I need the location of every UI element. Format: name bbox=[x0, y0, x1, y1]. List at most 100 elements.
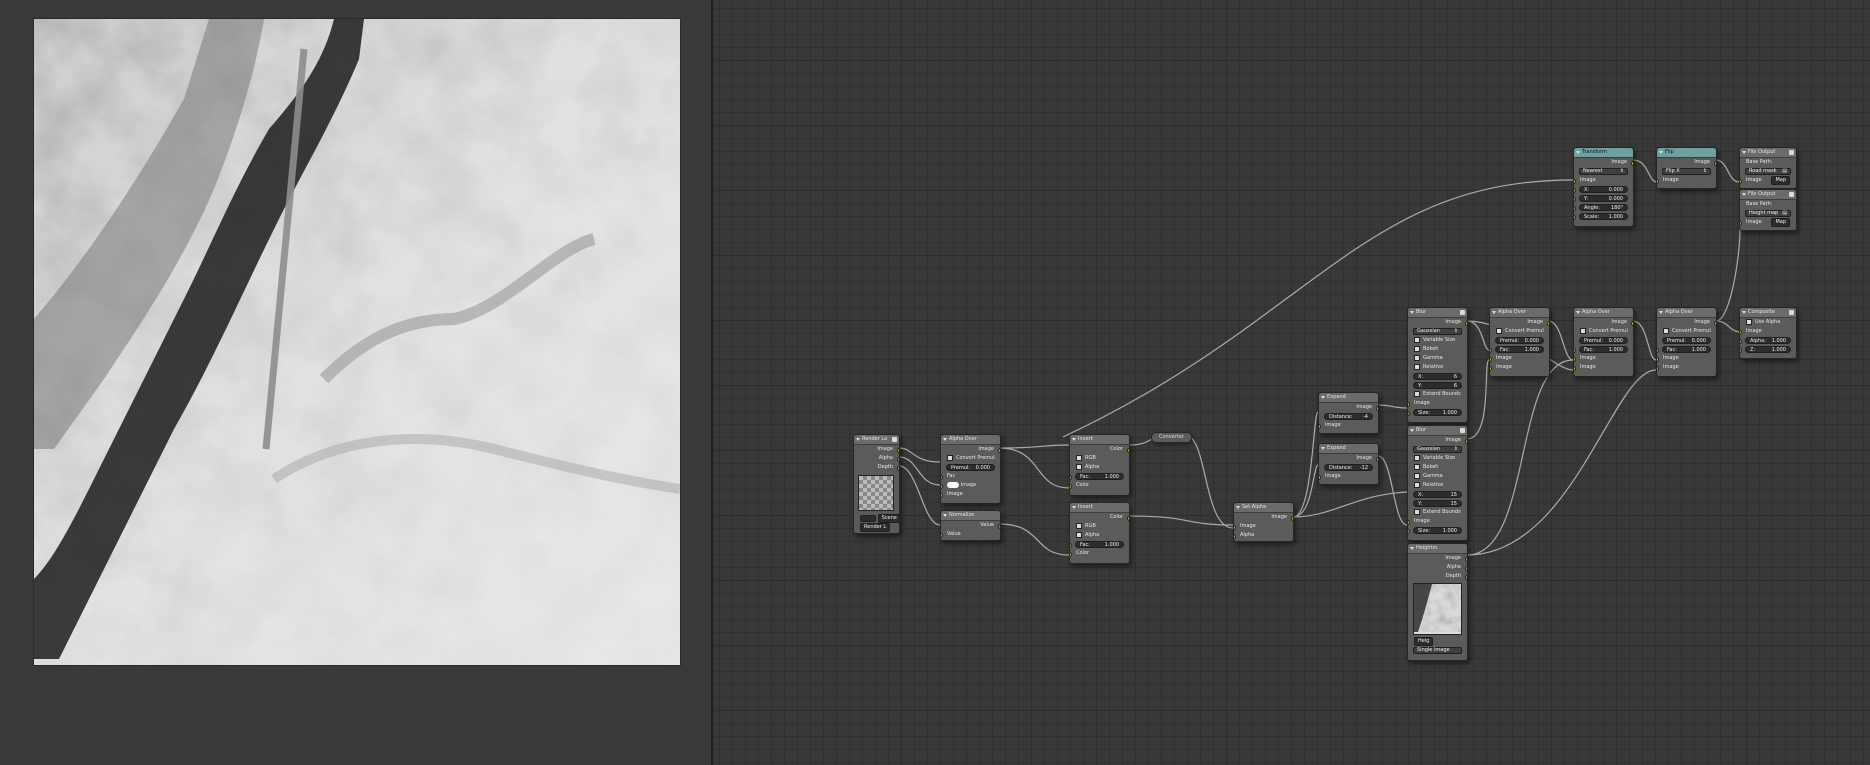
bokeh-checkbox[interactable]: Bokeh bbox=[1408, 463, 1467, 472]
rgb-checkbox[interactable]: RGB bbox=[1070, 454, 1129, 463]
set-alpha-node[interactable]: Set Alpha Image Image Alpha bbox=[1233, 502, 1294, 542]
image-source-dropdown[interactable]: Single Image bbox=[1408, 646, 1467, 655]
camera-icon[interactable] bbox=[892, 437, 897, 442]
fac-field[interactable]: Fac: 1.000 bbox=[1070, 540, 1129, 549]
node-header[interactable]: Blur bbox=[1408, 308, 1467, 318]
base-path-field[interactable]: Road mask ▤ bbox=[1740, 167, 1796, 176]
premul-field[interactable]: Premul: 0.000 bbox=[1657, 336, 1716, 345]
node-header[interactable]: Transform bbox=[1574, 148, 1633, 158]
node-header[interactable]: Alpha Over bbox=[1574, 308, 1633, 318]
node-header[interactable]: Expand bbox=[1319, 393, 1378, 403]
y-field[interactable]: Y: 15 bbox=[1408, 499, 1467, 508]
convert-premul-checkbox[interactable]: Convert Premul bbox=[1490, 327, 1549, 336]
z-field[interactable]: Z: 1.000 bbox=[1740, 345, 1796, 354]
link bbox=[998, 523, 1070, 556]
convert-premul-checkbox[interactable]: Convert Premul bbox=[941, 454, 1000, 463]
preview-icon[interactable] bbox=[1460, 428, 1465, 433]
normalize-node[interactable]: Normalize Value Value bbox=[940, 510, 1001, 541]
blur-node-2[interactable]: Blur Image Gaussian ⇕ Variable Size Bokeh… bbox=[1407, 425, 1468, 541]
alpha-over-node-3[interactable]: Alpha Over Image Convert Premul Premul: 0… bbox=[1573, 307, 1634, 377]
invert-node-1[interactable]: Invert Color RGB Alpha Fac: 1.000 Color bbox=[1069, 434, 1130, 496]
relative-checkbox[interactable]: Relative bbox=[1408, 363, 1467, 372]
filter-type-dropdown[interactable]: Gaussian ⇕ bbox=[1408, 327, 1467, 336]
composite-output-node[interactable]: Composite Use Alpha Image Alpha: 1.000 Z:… bbox=[1739, 307, 1797, 359]
y-field[interactable]: Y: 6 bbox=[1408, 381, 1467, 390]
preview-icon[interactable] bbox=[1460, 310, 1465, 315]
node-header[interactable]: Blur bbox=[1408, 426, 1467, 436]
variable-size-checkbox[interactable]: Variable Size bbox=[1408, 454, 1467, 463]
extend-bounds-checkbox[interactable]: Extend Bounds bbox=[1408, 508, 1467, 517]
node-header[interactable]: Normalize bbox=[941, 511, 1000, 521]
angle-field[interactable]: Angle: 180° bbox=[1574, 203, 1633, 212]
y-field[interactable]: Y: 0.000 bbox=[1574, 194, 1633, 203]
transform-node[interactable]: Transform Image Nearest ⇕ Image X: 0.000 Y… bbox=[1573, 147, 1634, 227]
file-output-node-2[interactable]: File Output Base Path: Height map ▤ Image… bbox=[1739, 189, 1797, 231]
fac-field[interactable]: Fac: 1.000 bbox=[1574, 345, 1633, 354]
image-input-node[interactable]: Heightm Image Alpha Depth Heig Single Im… bbox=[1407, 543, 1468, 661]
flip-node[interactable]: Flip Image Flip X ⇕ Image bbox=[1656, 147, 1717, 189]
fac-field[interactable]: Fac: 1.000 bbox=[1070, 472, 1129, 481]
premul-field[interactable]: Premul: 0.000 bbox=[1490, 336, 1549, 345]
x-field[interactable]: X: 0.000 bbox=[1574, 185, 1633, 194]
relative-checkbox[interactable]: Relative bbox=[1408, 481, 1467, 490]
node-header[interactable]: Alpha Over bbox=[1490, 308, 1549, 318]
gamma-checkbox[interactable]: Gamma bbox=[1408, 354, 1467, 363]
node-header[interactable]: Render La bbox=[854, 435, 899, 445]
alpha-checkbox[interactable]: Alpha bbox=[1070, 531, 1129, 540]
node-header[interactable]: Invert bbox=[1070, 503, 1129, 513]
alpha-over-node-2[interactable]: Alpha Over Image Convert Premul Premul: 0… bbox=[1489, 307, 1550, 377]
premul-field[interactable]: Premul: 0.000 bbox=[941, 463, 1000, 472]
fac-field[interactable]: Fac: 1.000 bbox=[1657, 345, 1716, 354]
distance-field[interactable]: Distance: -12 bbox=[1319, 463, 1378, 472]
rgb-checkbox[interactable]: RGB bbox=[1070, 522, 1129, 531]
bokeh-checkbox[interactable]: Bokeh bbox=[1408, 345, 1467, 354]
node-header[interactable]: Flip bbox=[1657, 148, 1716, 158]
output-alpha: Alpha bbox=[854, 454, 899, 463]
extend-bounds-checkbox[interactable]: Extend Bounds bbox=[1408, 390, 1467, 399]
image-file-selector[interactable]: Heig bbox=[1408, 637, 1467, 646]
node-header[interactable]: Invert bbox=[1070, 435, 1129, 445]
alpha-field[interactable]: Alpha: 1.000 bbox=[1740, 336, 1796, 345]
convert-premul-checkbox[interactable]: Convert Premul bbox=[1574, 327, 1633, 336]
color-swatch[interactable] bbox=[947, 481, 959, 488]
converter-node[interactable]: Converter bbox=[1151, 432, 1192, 443]
x-field[interactable]: X: 15 bbox=[1408, 490, 1467, 499]
output-image: Image bbox=[1574, 318, 1633, 327]
size-field[interactable]: Size: 1.000 bbox=[1408, 526, 1467, 535]
base-path-field[interactable]: Height map ▤ bbox=[1740, 209, 1796, 218]
distance-field[interactable]: Distance: -4 bbox=[1319, 412, 1378, 421]
flip-axis-dropdown[interactable]: Flip X ⇕ bbox=[1657, 167, 1716, 176]
expand-node-1[interactable]: Expand Image Distance: -4 Image bbox=[1318, 392, 1379, 434]
node-header[interactable]: Expand bbox=[1319, 444, 1378, 454]
use-alpha-checkbox[interactable]: Use Alpha bbox=[1740, 318, 1796, 327]
node-header[interactable]: Alpha Over bbox=[941, 435, 1000, 445]
node-header[interactable]: Set Alpha bbox=[1234, 503, 1293, 513]
layer-selector[interactable]: Render L bbox=[854, 523, 899, 532]
invert-node-2[interactable]: Invert Color RGB Alpha Fac: 1.000 Color bbox=[1069, 502, 1130, 564]
blur-node-1[interactable]: Blur Image Gaussian ⇕ Variable Size Bokeh… bbox=[1407, 307, 1468, 423]
filter-dropdown[interactable]: Nearest ⇕ bbox=[1574, 167, 1633, 176]
compositor-node-editor[interactable]: Render La Image Alpha Depth scene-icon S… bbox=[713, 0, 1870, 765]
size-field[interactable]: Size: 1.000 bbox=[1408, 408, 1467, 417]
gamma-checkbox[interactable]: Gamma bbox=[1408, 472, 1467, 481]
node-header[interactable]: Alpha Over bbox=[1657, 308, 1716, 318]
node-header[interactable]: Heightm bbox=[1408, 544, 1467, 554]
convert-premul-checkbox[interactable]: Convert Premul bbox=[1657, 327, 1716, 336]
variable-size-checkbox[interactable]: Variable Size bbox=[1408, 336, 1467, 345]
fac-field[interactable]: Fac: 1.000 bbox=[1490, 345, 1549, 354]
premul-field[interactable]: Premul: 0.000 bbox=[1574, 336, 1633, 345]
file-output-node-1[interactable]: File Output Base Path: Road mask ▤ Image M… bbox=[1739, 147, 1797, 189]
node-header[interactable]: File Output bbox=[1740, 148, 1796, 158]
node-header[interactable]: File Output bbox=[1740, 190, 1796, 200]
scale-field[interactable]: Scale: 1.000 bbox=[1574, 212, 1633, 221]
render-layers-node[interactable]: Render La Image Alpha Depth scene-icon S… bbox=[853, 434, 900, 534]
expand-node-2[interactable]: Expand Image Distance: -12 Image bbox=[1318, 443, 1379, 485]
scene-selector[interactable]: scene-icon Scene bbox=[854, 514, 899, 523]
x-field[interactable]: X: 6 bbox=[1408, 372, 1467, 381]
alpha-over-node-4[interactable]: Alpha Over Image Convert Premul Premul: 0… bbox=[1656, 307, 1717, 377]
filter-type-dropdown[interactable]: Gaussian ⇕ bbox=[1408, 445, 1467, 454]
node-header[interactable]: Composite bbox=[1740, 308, 1796, 318]
input-image: Image Map bbox=[1740, 176, 1796, 185]
alpha-checkbox[interactable]: Alpha bbox=[1070, 463, 1129, 472]
alpha-over-node-1[interactable]: Alpha Over Image Convert Premul Premul: 0… bbox=[940, 434, 1001, 504]
